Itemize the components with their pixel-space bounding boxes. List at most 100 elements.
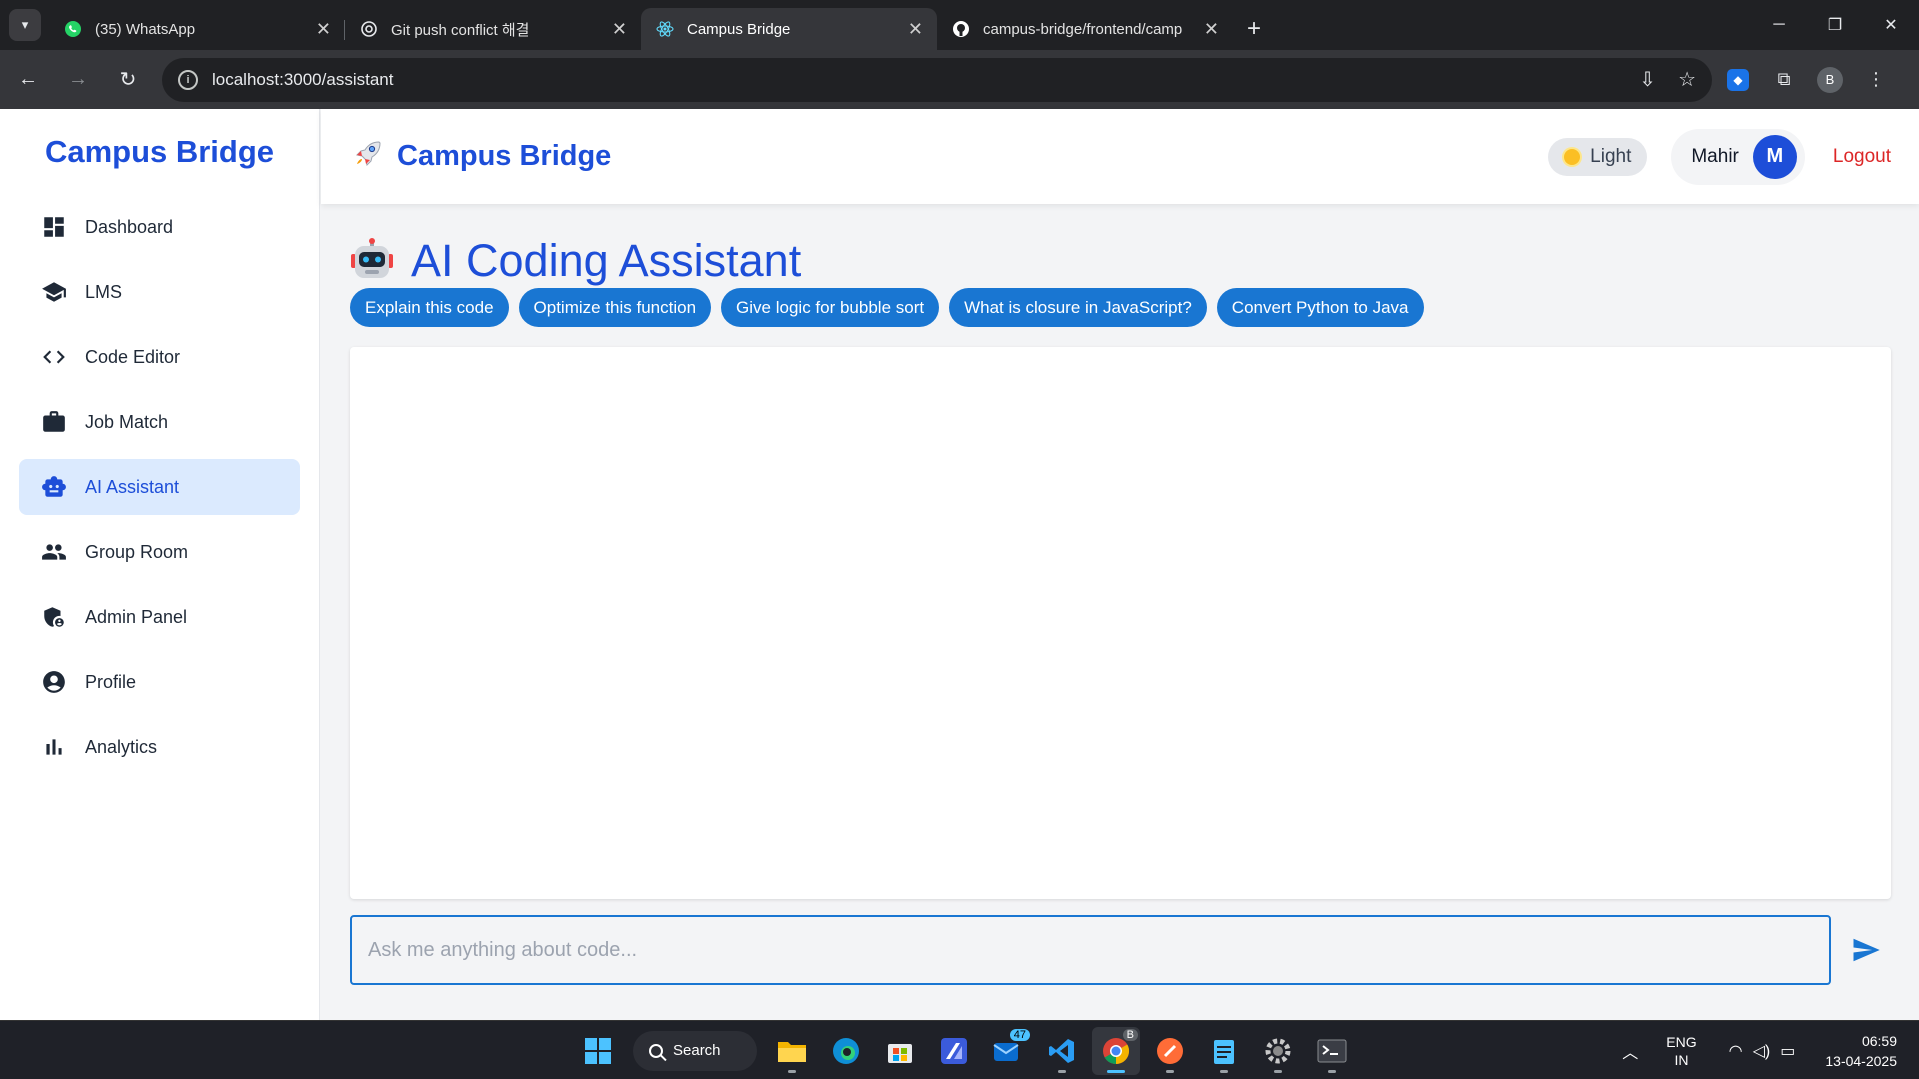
header-title: Campus Bridge	[397, 140, 612, 172]
clock-time: 06:59	[1861, 1032, 1897, 1049]
group-icon	[41, 539, 67, 565]
tab-search-button[interactable]: ▾	[9, 9, 41, 41]
edge-icon[interactable]	[822, 1027, 870, 1075]
school-icon	[41, 279, 67, 305]
terminal-icon[interactable]	[1308, 1027, 1356, 1075]
browser-tab-github[interactable]: campus-bridge/frontend/camp ✕	[937, 8, 1233, 50]
sidebar-brand[interactable]: Campus Bridge	[0, 109, 319, 191]
settings-gear-icon[interactable]	[1254, 1027, 1302, 1075]
new-tab-button[interactable]: +	[1247, 15, 1261, 43]
sidebar-item-job-match[interactable]: Job Match	[19, 394, 300, 450]
pen-app-icon[interactable]	[930, 1027, 978, 1075]
window-controls: ─ ❐ ✕	[1751, 0, 1919, 50]
page-title: AI Coding Assistant	[349, 235, 801, 287]
user-name: Mahir	[1691, 145, 1739, 167]
address-bar[interactable]: i localhost:3000/assistant ⇩ ☆	[162, 57, 1712, 102]
taskbar-apps: Search 47 B	[571, 1021, 1359, 1079]
sidebar-item-profile[interactable]: Profile	[19, 654, 300, 710]
install-app-icon[interactable]: ⇩	[1639, 67, 1656, 92]
close-icon[interactable]: ✕	[908, 19, 923, 40]
browser-tab-chatgpt[interactable]: Git push conflict 해결 ✕	[345, 8, 641, 50]
chevron-up-icon[interactable]: ︿	[1622, 1039, 1638, 1063]
url-text: localhost:3000/assistant	[212, 69, 394, 89]
sidebar-item-ai-assistant[interactable]: AI Assistant	[19, 459, 300, 515]
notepad-icon[interactable]	[1200, 1027, 1248, 1075]
robot-emoji-icon	[349, 238, 395, 284]
chat-input-row	[350, 915, 1891, 985]
mail-icon[interactable]: 47	[984, 1027, 1032, 1075]
bookmark-star-icon[interactable]: ☆	[1678, 67, 1696, 92]
windows-start-icon[interactable]	[574, 1027, 622, 1075]
reload-icon[interactable]: ↻	[106, 58, 150, 102]
lang-region: IN	[1674, 1051, 1689, 1068]
suggestion-chip[interactable]: Explain this code	[350, 288, 509, 327]
back-icon[interactable]: ←	[6, 58, 50, 102]
chrome-profile-badge: B	[1122, 1028, 1138, 1041]
sidebar-item-label: LMS	[85, 281, 123, 302]
suggestion-chip[interactable]: What is closure in JavaScript?	[949, 288, 1207, 327]
sidebar-item-admin-panel[interactable]: Admin Panel	[19, 589, 300, 645]
header-logo[interactable]: Campus Bridge	[353, 138, 611, 175]
sidebar-item-code-editor[interactable]: Code Editor	[19, 329, 300, 385]
chat-window[interactable]	[350, 347, 1891, 899]
sidebar: Campus Bridge Dashboard LMS Code Editor …	[0, 109, 320, 1020]
browser-tab-campus-bridge[interactable]: Campus Bridge ✕	[641, 8, 937, 50]
extension-icon[interactable]: ◆	[1718, 60, 1758, 100]
theme-label: Light	[1590, 145, 1632, 167]
clock[interactable]: 06:59 13-04-2025	[1825, 1031, 1897, 1071]
theme-toggle-button[interactable]: Light	[1548, 137, 1648, 176]
mail-badge: 47	[1009, 1028, 1030, 1041]
volume-icon: ◁)	[1752, 1042, 1771, 1060]
sidebar-item-analytics[interactable]: Analytics	[19, 719, 300, 775]
forward-icon[interactable]: →	[56, 58, 100, 102]
logout-button[interactable]: Logout	[1833, 146, 1891, 168]
sidebar-item-label: Job Match	[85, 411, 169, 432]
postman-icon[interactable]	[1146, 1027, 1194, 1075]
language-indicator[interactable]: ENG IN	[1666, 1033, 1696, 1069]
file-explorer-icon[interactable]	[768, 1027, 816, 1075]
taskbar-search-label: Search	[673, 1042, 721, 1059]
close-icon[interactable]: ✕	[612, 19, 627, 40]
chrome-icon[interactable]: B	[1092, 1026, 1140, 1075]
code-icon	[41, 344, 67, 370]
sidebar-item-label: Dashboard	[85, 216, 174, 237]
send-icon[interactable]	[1849, 933, 1883, 967]
window-close-icon[interactable]: ✕	[1863, 0, 1919, 50]
system-tray: ︿ ENG IN ◠ ◁) ▭ 06:59 13-04-2025	[1622, 1021, 1919, 1079]
store-icon[interactable]	[876, 1027, 924, 1075]
site-info-icon[interactable]: i	[178, 69, 198, 90]
dashboard-icon	[41, 214, 67, 240]
browser-tab-whatsapp[interactable]: (35) WhatsApp ✕	[49, 8, 345, 50]
chat-input[interactable]	[350, 915, 1831, 985]
user-chip[interactable]: Mahir M	[1671, 128, 1805, 185]
suggestion-chip[interactable]: Convert Python to Java	[1216, 288, 1424, 327]
search-icon	[649, 1043, 663, 1058]
os-taskbar: Search 47 B ︿ ENG IN ◠ ◁) ▭ 06:59 13-04-…	[0, 1020, 1919, 1079]
browser-tab-bar: ▾ (35) WhatsApp ✕ Git push conflict 해결 ✕…	[0, 0, 1919, 50]
minimize-icon[interactable]: ─	[1751, 0, 1807, 50]
browser-menu-icon[interactable]: ⋮	[1856, 60, 1896, 100]
react-icon	[655, 19, 675, 39]
suggestion-chip[interactable]: Give logic for bubble sort	[721, 288, 940, 327]
sidebar-item-lms[interactable]: LMS	[19, 264, 300, 320]
quick-settings[interactable]: ◠ ◁) ▭	[1719, 1041, 1796, 1061]
suggestion-chips: Explain this code Optimize this function…	[350, 288, 1434, 327]
vscode-icon[interactable]	[1038, 1027, 1086, 1075]
close-icon[interactable]: ✕	[316, 19, 331, 40]
battery-icon: ▭	[1780, 1042, 1796, 1060]
restore-icon[interactable]: ❐	[1807, 0, 1863, 50]
app-header: Campus Bridge Light Mahir M Logout	[321, 109, 1919, 204]
extensions-puzzle-icon[interactable]: ⧉	[1764, 60, 1804, 100]
lang-code: ENG	[1666, 1033, 1697, 1050]
clock-date: 13-04-2025	[1825, 1052, 1897, 1069]
bar-chart-icon	[41, 734, 67, 760]
close-icon[interactable]: ✕	[1204, 19, 1219, 40]
suggestion-chip[interactable]: Optimize this function	[518, 288, 712, 327]
sidebar-item-dashboard[interactable]: Dashboard	[19, 199, 300, 255]
sidebar-item-group-room[interactable]: Group Room	[19, 524, 300, 580]
tab-title: Campus Bridge	[687, 20, 791, 38]
taskbar-search[interactable]: Search	[633, 1030, 757, 1071]
profile-avatar[interactable]: B	[1810, 60, 1850, 100]
admin-shield-icon	[41, 604, 67, 630]
page-title-text: AI Coding Assistant	[411, 235, 802, 286]
